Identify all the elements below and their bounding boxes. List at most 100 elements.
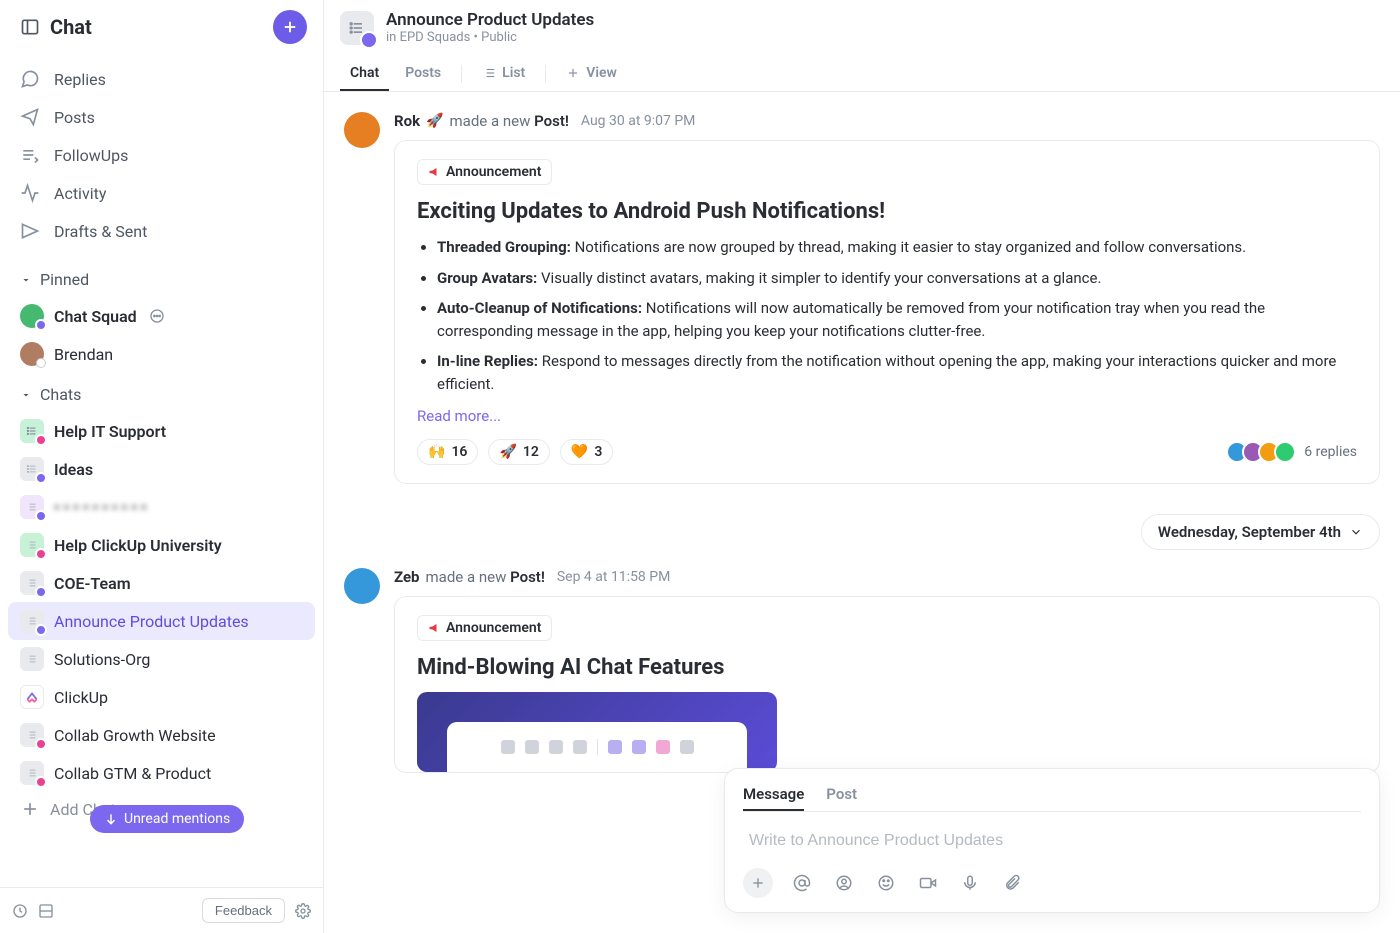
composer-toolbar — [743, 868, 1361, 898]
mention-person-button[interactable] — [831, 870, 857, 896]
chat-coe[interactable]: COE-Team — [8, 564, 315, 602]
rocket-emoji: 🚀 — [426, 113, 443, 129]
reaction-rocket[interactable]: 🚀12 — [488, 439, 549, 465]
reaction-heart[interactable]: 🧡3 — [560, 439, 613, 465]
unread-mentions-pill[interactable]: Unread mentions — [90, 805, 244, 833]
read-more-link[interactable]: Read more... — [417, 407, 501, 425]
nav-replies[interactable]: Replies — [8, 60, 315, 98]
attach-button[interactable] — [999, 870, 1025, 896]
list-icon — [20, 457, 44, 481]
nav-followups[interactable]: FollowUps — [8, 136, 315, 174]
section-chats: Chats Help IT Support Ideas • • • • • • … — [0, 375, 323, 828]
chat-help-it[interactable]: Help IT Support — [8, 412, 315, 450]
post-zeb: Zeb made a new Post! Sep 4 at 11:58 PM A… — [394, 568, 1380, 773]
chevron-down-icon — [1349, 525, 1363, 539]
post-card[interactable]: Announcement Mind-Blowing AI Chat Featur… — [394, 596, 1380, 773]
chat-announce[interactable]: Announce Product Updates — [8, 602, 315, 640]
avatar — [20, 342, 44, 366]
list-icon — [482, 66, 496, 80]
repliers[interactable]: 6 replies — [1232, 441, 1357, 463]
composer-tabs: Message Post — [743, 779, 1361, 812]
main-pane: Announce Product Updates in EPD Squads •… — [324, 0, 1400, 933]
sidebar: Chat Replies Posts FollowUps Activity Dr… — [0, 0, 324, 933]
tab-view[interactable]: View — [556, 57, 627, 91]
chat-clickup[interactable]: ClickUp — [8, 678, 315, 716]
avatar[interactable] — [344, 568, 380, 604]
post-bullets: Threaded Grouping: Notifications are now… — [417, 236, 1357, 395]
layout-icon[interactable] — [38, 903, 54, 919]
sidebar-title: Chat — [50, 15, 92, 39]
chat-collab-growth[interactable]: Collab Growth Website — [8, 716, 315, 754]
video-button[interactable] — [915, 870, 941, 896]
compose-button[interactable] — [273, 10, 307, 44]
plus-icon — [566, 66, 580, 80]
composer-plus-button[interactable] — [743, 868, 773, 898]
composer: Message Post — [724, 768, 1380, 913]
embed-preview — [417, 692, 777, 772]
pinned-chat-squad[interactable]: Chat Squad — [8, 297, 315, 335]
list-icon — [20, 571, 44, 595]
announcement-tag[interactable]: Announcement — [417, 159, 552, 185]
gear-icon[interactable] — [295, 903, 311, 919]
channel-icon — [340, 11, 374, 45]
chevron-down-icon — [20, 274, 32, 286]
tab-posts[interactable]: Posts — [395, 57, 451, 91]
nav-drafts[interactable]: Drafts & Sent — [8, 212, 315, 250]
list-icon — [20, 419, 44, 443]
emoji-button[interactable] — [873, 870, 899, 896]
chats-header[interactable]: Chats — [8, 377, 315, 412]
reply-icon — [20, 69, 40, 89]
author-name[interactable]: Zeb — [394, 568, 420, 586]
panel-toggle-icon[interactable] — [20, 17, 40, 37]
chat-collab-gtm[interactable]: Collab GTM & Product — [8, 754, 315, 792]
list-icon — [20, 533, 44, 557]
composer-input[interactable] — [743, 826, 1361, 868]
list-icon — [20, 609, 44, 633]
main-header: Announce Product Updates in EPD Squads •… — [324, 0, 1400, 92]
tab-list[interactable]: List — [472, 57, 535, 91]
composer-tab-message[interactable]: Message — [743, 779, 804, 811]
list-icon — [20, 723, 44, 747]
date-separator: Wednesday, September 4th — [394, 514, 1380, 550]
megaphone-icon — [428, 622, 440, 634]
nav-activity[interactable]: Activity — [8, 174, 315, 212]
list-icon — [20, 647, 44, 671]
chevron-down-icon — [20, 389, 32, 401]
arrow-down-icon — [104, 812, 118, 826]
post-card[interactable]: Announcement Exciting Updates to Android… — [394, 140, 1380, 484]
pinned-header[interactable]: Pinned — [8, 262, 315, 297]
clock-icon[interactable] — [12, 903, 28, 919]
avatar — [20, 304, 44, 328]
feedback-button[interactable]: Feedback — [202, 898, 285, 923]
post-rok: Rok 🚀 made a new Post! Aug 30 at 9:07 PM… — [394, 112, 1380, 484]
plus-icon — [20, 799, 40, 819]
tab-chat[interactable]: Chat — [340, 57, 389, 91]
channel-subtitle: in EPD Squads • Public — [386, 30, 594, 45]
list-icon — [20, 495, 44, 519]
chat-help-clickup[interactable]: Help ClickUp University — [8, 526, 315, 564]
date-pill[interactable]: Wednesday, September 4th — [1141, 514, 1380, 550]
nav-posts[interactable]: Posts — [8, 98, 315, 136]
plus-icon — [281, 18, 299, 36]
megaphone-icon — [428, 166, 440, 178]
timestamp: Aug 30 at 9:07 PM — [581, 113, 696, 129]
announcement-tag[interactable]: Announcement — [417, 615, 552, 641]
post-title: Exciting Updates to Android Push Notific… — [417, 199, 1357, 224]
chat-bubble-icon — [149, 308, 165, 324]
sidebar-header: Chat — [0, 0, 323, 54]
reaction-hands[interactable]: 🙌16 — [417, 439, 478, 465]
channel-title: Announce Product Updates — [386, 10, 594, 30]
composer-tab-post[interactable]: Post — [826, 779, 857, 811]
chat-solutions[interactable]: Solutions-Org — [8, 640, 315, 678]
activity-icon — [20, 183, 40, 203]
avatar[interactable] — [344, 112, 380, 148]
chat-blurred[interactable]: • • • • • • • • • • — [8, 488, 315, 526]
author-name[interactable]: Rok — [394, 112, 420, 130]
mention-button[interactable] — [789, 870, 815, 896]
section-pinned: Pinned Chat Squad Brendan — [0, 260, 323, 375]
post-title: Mind-Blowing AI Chat Features — [417, 655, 1357, 680]
audio-button[interactable] — [957, 870, 983, 896]
pinned-brendan[interactable]: Brendan — [8, 335, 315, 373]
tabs: Chat Posts List View — [340, 57, 1384, 91]
chat-ideas[interactable]: Ideas — [8, 450, 315, 488]
